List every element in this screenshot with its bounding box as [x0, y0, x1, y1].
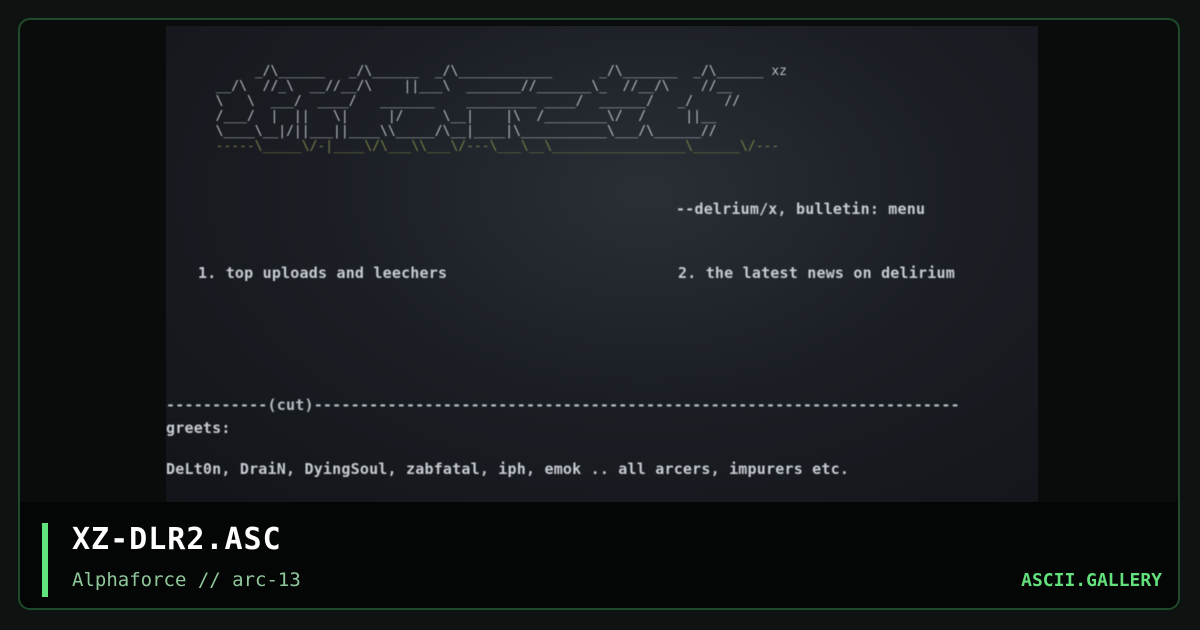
greets-label: greets:: [166, 419, 231, 437]
artwork-title: XZ-DLR2.ASC: [72, 522, 282, 557]
bbs-tagline: --delrium/x, bulletin: menu: [676, 200, 926, 218]
artwork-card: _/\______ _/\______ _/\____________ _/\_…: [18, 18, 1180, 610]
ascii-logo-art: _/\______ _/\______ _/\____________ _/\_…: [200, 64, 787, 154]
ascii-preview-image: _/\______ _/\______ _/\____________ _/\_…: [166, 26, 1038, 502]
greets-list: DeLt0n, DraiN, DyingSoul, zabfatal, iph,…: [166, 460, 850, 478]
site-brand[interactable]: ASCII.GALLERY: [1021, 570, 1162, 591]
accent-bar: [42, 523, 48, 597]
cut-divider: -----------(cut)------------------------…: [166, 396, 960, 414]
menu-option-latest-news: 2. the latest news on delirium: [678, 264, 955, 282]
menu-option-top-uploads: 1. top uploads and leechers: [198, 264, 448, 282]
artwork-author-pack: Alphaforce // arc-13: [72, 569, 301, 591]
card-footer: XZ-DLR2.ASC Alphaforce // arc-13 ASCII.G…: [20, 502, 1178, 608]
ascii-logo-lines: _/\______ _/\______ _/\____________ _/\_…: [215, 64, 787, 139]
ascii-logo-underline: -----\_____\/-|____\/\___\\___\/---\___\…: [200, 139, 780, 154]
